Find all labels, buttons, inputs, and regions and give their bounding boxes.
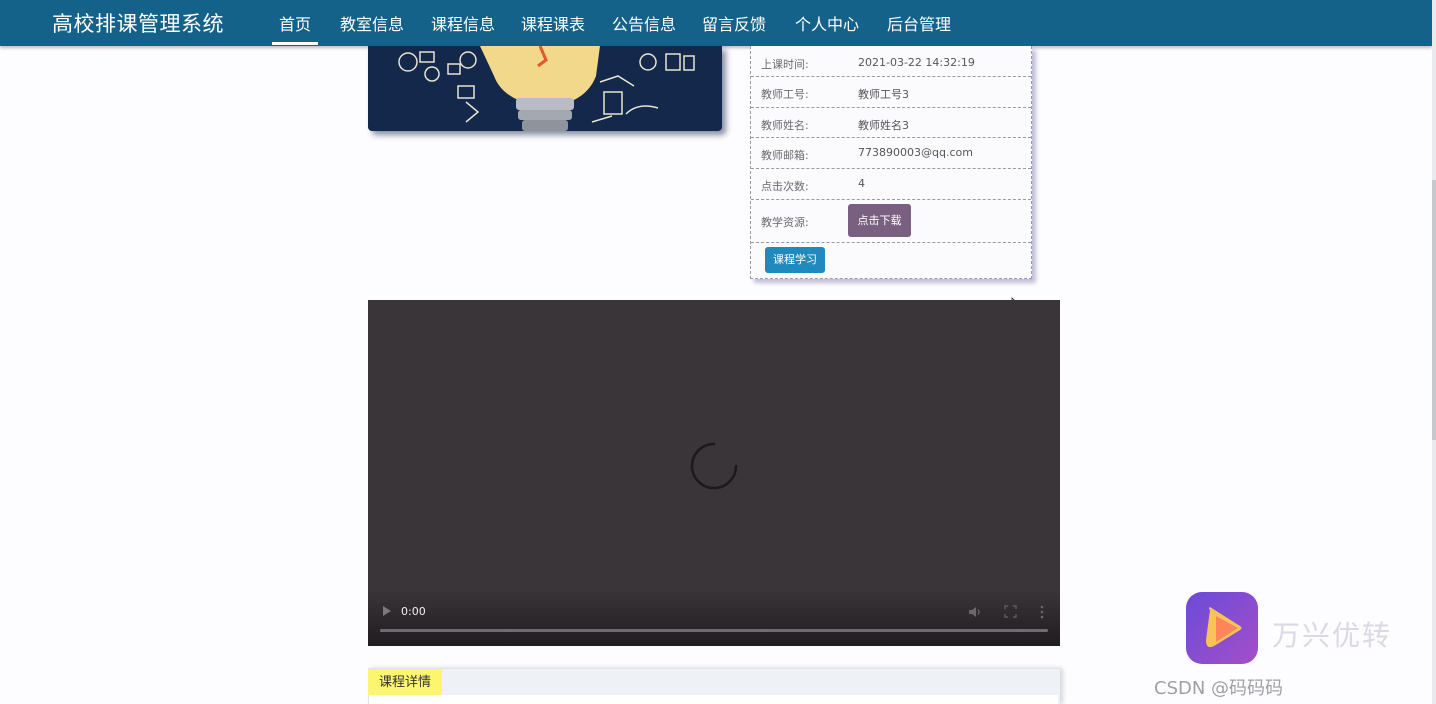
nav-item-profile[interactable]: 个人中心: [795, 11, 859, 35]
info-value: 773890003@qq.com: [858, 146, 973, 159]
info-row-click-count: 点击次数: 4: [751, 169, 1031, 200]
nav-item-home[interactable]: 首页: [271, 11, 319, 45]
info-label: 教学资源:: [761, 216, 809, 229]
course-detail-body: [368, 695, 1058, 704]
video-progress-track[interactable]: [380, 629, 1048, 632]
info-row-teacher-email: 教师邮箱: 773890003@qq.com: [751, 138, 1031, 169]
course-info-card: 上课时间: 2021-03-22 14:32:19 教师工号: 教师工号3 教师…: [750, 46, 1032, 279]
volume-icon[interactable]: [968, 605, 982, 619]
course-video-player[interactable]: 0:00: [368, 300, 1060, 646]
video-controls-bar: [368, 590, 1060, 646]
play-logo-icon: [1206, 607, 1242, 648]
wondershare-logo-icon: [1186, 592, 1258, 664]
info-row-teacher-id: 教师工号: 教师工号3: [751, 77, 1031, 108]
more-vertical-icon[interactable]: [1040, 605, 1044, 619]
csdn-watermark-text: CSDN @码码码: [1154, 678, 1284, 699]
nav-item-course-info[interactable]: 课程信息: [431, 11, 495, 35]
lightbulb-illustration-icon: [368, 46, 722, 131]
play-icon[interactable]: [382, 605, 392, 617]
info-row-teacher-name: 教师姓名: 教师姓名3: [751, 108, 1031, 138]
video-current-time: 0:00: [401, 605, 426, 618]
loading-spinner-icon: [690, 442, 738, 490]
info-label: 点击次数:: [761, 180, 809, 193]
info-label: 教师邮箱:: [761, 149, 809, 162]
course-cover-image: [368, 46, 722, 131]
info-value: 4: [858, 177, 865, 190]
page-scrollbar-thumb[interactable]: [1432, 180, 1436, 440]
site-title[interactable]: 高校排课管理系统: [52, 8, 224, 38]
course-study-button[interactable]: 课程学习: [765, 247, 825, 273]
info-value: 2021-03-22 14:32:19: [858, 56, 975, 69]
watermark-brand-text: 万兴优转: [1272, 619, 1393, 652]
top-navbar: 高校排课管理系统 首页 教室信息 课程信息 课程课表 公告信息 留言反馈 个人中…: [0, 0, 1432, 46]
nav-item-feedback[interactable]: 留言反馈: [702, 11, 766, 35]
info-value: 教师工号3: [858, 88, 909, 101]
info-value: 教师姓名3: [858, 119, 909, 132]
nav-item-classroom-info[interactable]: 教室信息: [340, 11, 404, 35]
nav-item-admin[interactable]: 后台管理: [887, 11, 951, 35]
info-label: 教师姓名:: [761, 119, 809, 132]
nav-item-announcements[interactable]: 公告信息: [612, 11, 676, 35]
fullscreen-icon[interactable]: [1004, 605, 1017, 618]
nav-item-course-schedule[interactable]: 课程课表: [521, 11, 585, 35]
info-label: 上课时间:: [761, 58, 809, 71]
course-detail-tab[interactable]: 课程详情: [368, 669, 442, 696]
info-label: 教师工号:: [761, 88, 809, 101]
download-button[interactable]: 点击下载: [848, 204, 911, 237]
info-row-class-time: 上课时间: 2021-03-22 14:32:19: [751, 46, 1031, 77]
